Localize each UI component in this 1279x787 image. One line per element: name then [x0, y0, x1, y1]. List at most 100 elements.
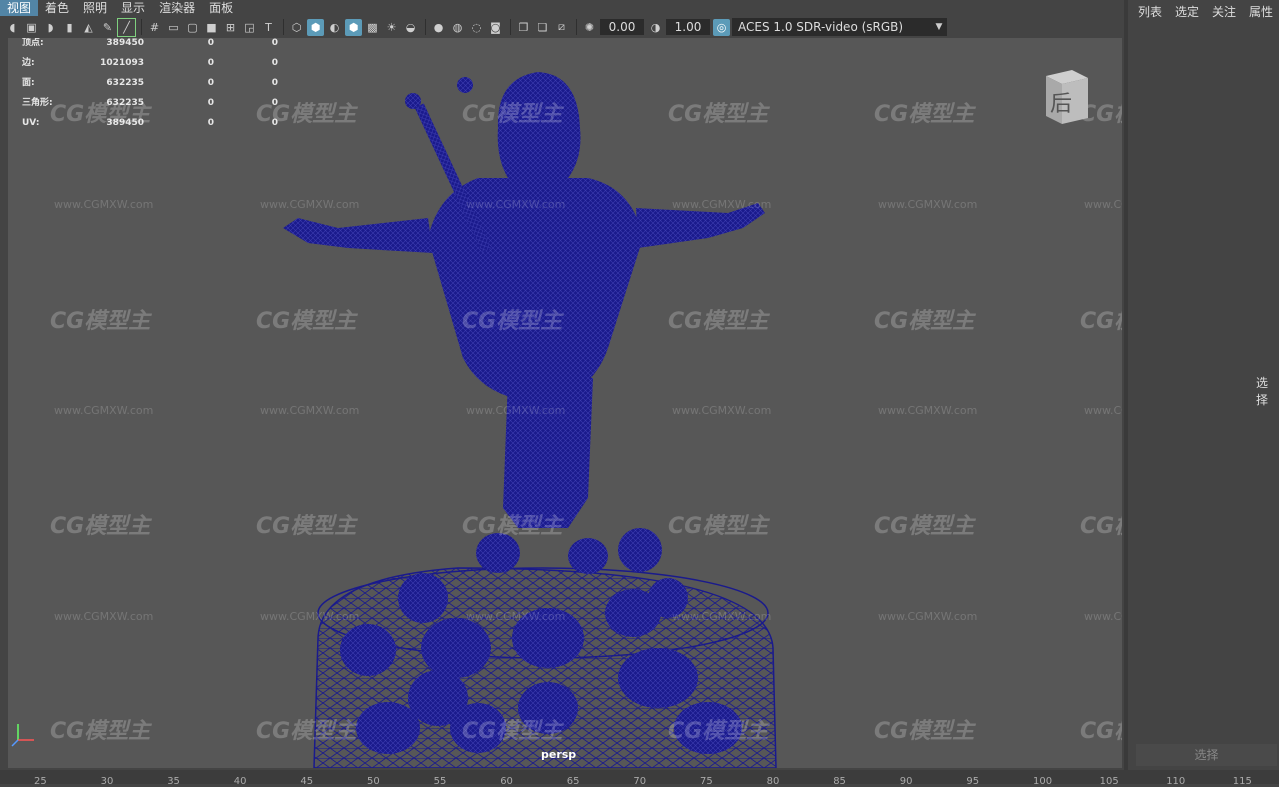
timeline-tick-label: 35	[167, 776, 180, 787]
wireframe-on-shaded-icon[interactable]: ⬢	[345, 18, 362, 36]
gamma-icon[interactable]: ◑	[647, 19, 664, 36]
hud-value: 389450	[106, 38, 144, 48]
hud-value: 0	[271, 58, 278, 68]
hud-value: 0	[271, 78, 278, 88]
menu-panels[interactable]: 面板	[202, 0, 240, 16]
hud-label: 边:	[22, 58, 35, 68]
watermark-logo: CG模型主	[874, 102, 975, 127]
tab-focus[interactable]: 关注	[1212, 3, 1236, 20]
2d-pan-zoom-icon[interactable]: ◭	[80, 19, 97, 36]
select-hint-label: 选择	[1256, 376, 1269, 407]
timeline-tick-label: 60	[500, 776, 513, 787]
default-material-icon[interactable]: ◐	[326, 19, 343, 36]
shadows-icon[interactable]: ◒	[402, 19, 419, 36]
watermark-logo: CG模型主	[462, 514, 563, 539]
image-plane-icon[interactable]: ▮	[61, 19, 78, 36]
resolution-gate-icon[interactable]: ▢	[184, 19, 201, 36]
menu-show[interactable]: 显示	[114, 0, 152, 16]
3d-viewport[interactable]: 顶点: 389450 0 0 边: 1021093 0 0 面: 632235 …	[8, 38, 1122, 768]
outliner-tabs: 列表 选定 关注 属性	[1128, 0, 1279, 22]
outliner-panel: 列表 选定 关注 属性 选择 选择	[1124, 0, 1279, 770]
hud-value: 0	[271, 38, 278, 48]
watermark-logo: CG模型主	[874, 719, 975, 744]
viewport-toolbar: ◖ ▣ ◗ ▮ ◭ ✎ ╱ # ▭ ▢ ■ ⊞ ◲ T ⬡ ⬢ ◐ ⬢ ▩ ☀ …	[0, 16, 1124, 38]
film-gate-icon[interactable]: ▭	[165, 19, 182, 36]
watermark-logo: CG模型主	[874, 309, 975, 334]
watermark-url: www.CGMXW.com	[1084, 198, 1122, 211]
watermark-url: www.CGMXW.com	[466, 198, 566, 211]
tab-selected[interactable]: 选定	[1175, 3, 1199, 20]
safe-action-icon[interactable]: ◲	[241, 19, 258, 36]
watermark-url: www.CGMXW.com	[260, 610, 360, 623]
color-space-dropdown[interactable]: ACES 1.0 SDR-video (sRGB) ▼	[732, 18, 947, 36]
chevron-down-icon: ▼	[935, 22, 943, 32]
hud-value: 0	[207, 58, 214, 68]
watermark-url: www.CGMXW.com	[672, 198, 772, 211]
toolbar-separator	[576, 19, 577, 35]
watermark-url: www.CGMXW.com	[878, 404, 978, 417]
gate-mask-icon[interactable]: ■	[203, 19, 220, 36]
view-cube-face-label: 后	[1050, 92, 1073, 117]
watermark-url: www.CGMXW.com	[878, 198, 978, 211]
motion-blur-icon[interactable]: ❏	[534, 19, 551, 36]
menu-shading[interactable]: 着色	[38, 0, 76, 16]
watermark-url: www.CGMXW.com	[54, 404, 154, 417]
grease-pencil-icon[interactable]: ✎	[99, 19, 116, 36]
select-camera-icon[interactable]: ◖	[4, 19, 21, 36]
watermark-logo: CG模型主	[874, 514, 975, 539]
exposure-icon[interactable]: ✺	[581, 19, 598, 36]
tab-attributes[interactable]: 属性	[1249, 3, 1273, 20]
xray-components-icon[interactable]: ◌	[468, 19, 485, 36]
exposure-field[interactable]: 0.00	[600, 19, 644, 35]
hud-value: 0	[207, 38, 214, 48]
watermark-url: www.CGMXW.com	[260, 198, 360, 211]
watermark-url: www.CGMXW.com	[54, 198, 154, 211]
watermark-url: www.CGMXW.com	[466, 404, 566, 417]
timeline-tick-label: 70	[633, 776, 647, 787]
select-button[interactable]: 选择	[1136, 744, 1277, 766]
grid-icon[interactable]: #	[146, 19, 163, 36]
textured-icon[interactable]: ▩	[364, 19, 381, 36]
timeline-tick-label: 90	[899, 776, 913, 787]
watermark-logo: CG模型主	[50, 309, 151, 334]
menu-renderer[interactable]: 渲染器	[152, 0, 202, 16]
watermark-logo: CG模型主	[1080, 719, 1122, 744]
xray-icon[interactable]: ●	[430, 19, 447, 36]
ambient-occlusion-icon[interactable]: ❐	[515, 19, 532, 36]
menu-view[interactable]: 视图	[0, 0, 39, 16]
gamma-field[interactable]: 1.00	[666, 19, 710, 35]
timeline-tick-label: 55	[433, 776, 447, 787]
axis-gizmo-icon	[11, 724, 34, 747]
watermark-url: www.CGMXW.com	[672, 404, 772, 417]
watermark-logo: CG模型主	[668, 102, 769, 127]
watermark-logo: CG模型主	[668, 514, 769, 539]
menu-lighting[interactable]: 照明	[76, 0, 114, 16]
watermark-url: www.CGMXW.com	[1084, 610, 1122, 623]
smooth-shade-icon[interactable]: ⬢	[307, 18, 324, 36]
hud-row-edges: 边: 1021093 0 0	[22, 58, 278, 78]
color-management-icon[interactable]: ◎	[713, 18, 730, 36]
isolate-select-icon[interactable]: ◙	[487, 19, 504, 36]
watermark-logo: CG模型主	[50, 719, 151, 744]
toolbar-separator	[510, 19, 511, 35]
xray-joints-icon[interactable]: ◍	[449, 19, 466, 36]
anti-aliasing-icon[interactable]: ⧄	[553, 19, 570, 36]
field-chart-icon[interactable]: ⊞	[222, 19, 239, 36]
toolbar-separator	[141, 19, 142, 35]
tab-list[interactable]: 列表	[1138, 3, 1162, 20]
camera-attributes-icon[interactable]: ▣	[23, 19, 40, 36]
watermark-logo: CG模型主	[256, 102, 357, 127]
time-slider-ruler[interactable]: 25 30 35 40 45 50 55 60 65 70 75 80 85 90 95 100 105 110 1…	[0, 770, 1279, 787]
hud-value: 1021093	[100, 58, 144, 68]
timeline-tick-label: 115	[1232, 776, 1252, 787]
timeline-tick-label: 80	[766, 776, 780, 787]
safe-title-icon[interactable]: T	[260, 19, 277, 36]
hud-row-vertices: 顶点: 389450 0 0	[22, 38, 278, 58]
watermark-logo: CG模型主	[256, 719, 357, 744]
bookmark-icon[interactable]: ◗	[42, 19, 59, 36]
timeline-tick-label: 45	[300, 776, 314, 787]
draw-icon[interactable]: ╱	[117, 17, 136, 37]
wireframe-icon[interactable]: ⬡	[288, 19, 305, 36]
view-cube[interactable]: 后	[1042, 68, 1088, 124]
use-all-lights-icon[interactable]: ☀	[383, 19, 400, 36]
